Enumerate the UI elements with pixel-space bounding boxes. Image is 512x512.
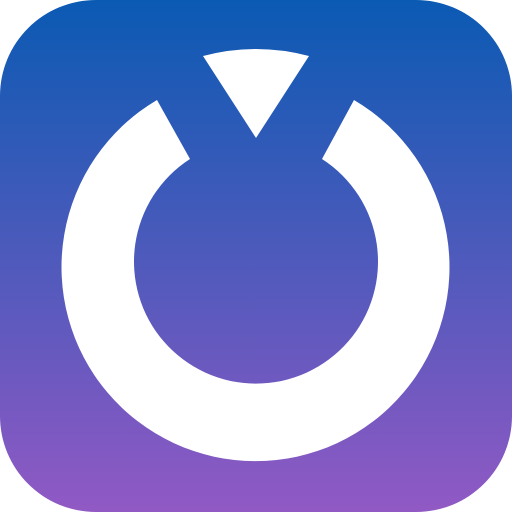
app-icon-artwork <box>0 0 512 512</box>
app-icon[interactable] <box>0 0 512 512</box>
